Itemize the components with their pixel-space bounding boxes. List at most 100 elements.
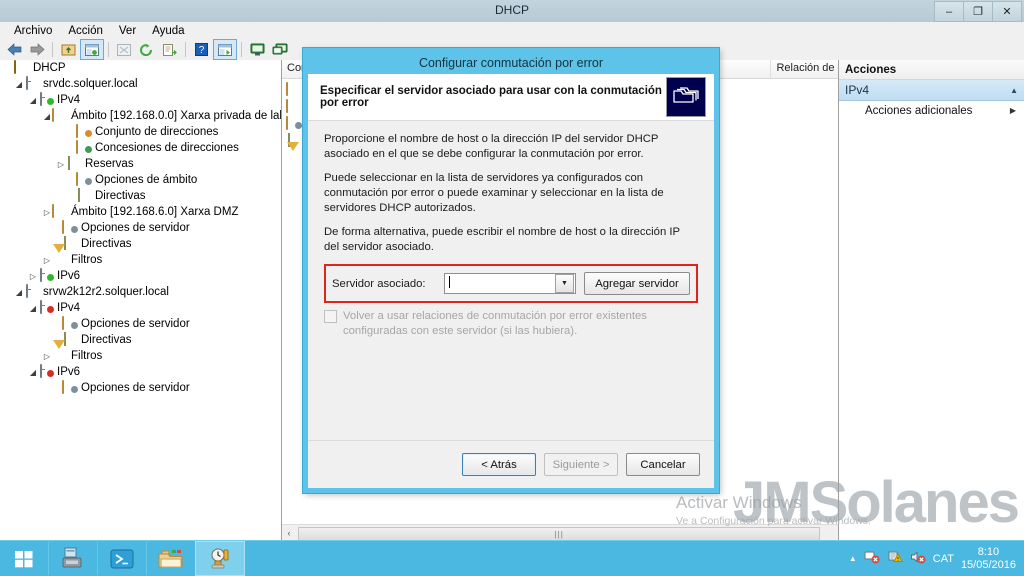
next-button[interactable]: Siguiente >	[544, 453, 618, 476]
tree-node-ipv6-srvdc[interactable]: ▷ IPv6	[0, 268, 281, 284]
filter-icon	[286, 141, 302, 165]
tree-node-filters-srvdc[interactable]: ▷ Filtros	[0, 244, 281, 268]
delete-icon[interactable]	[113, 40, 135, 59]
tree-twisty[interactable]: ◢	[28, 96, 38, 105]
tree-twisty[interactable]: ▷	[42, 208, 52, 217]
tree-node-scope-options[interactable]: Opciones de ámbito	[0, 172, 281, 188]
up-folder-icon[interactable]	[57, 40, 79, 59]
network-error-icon[interactable]	[864, 550, 880, 567]
tree-node-scope-1[interactable]: ▷ Ámbito [192.168.6.0] Xarxa DMZ	[0, 204, 281, 220]
action-item-acciones-adicionales[interactable]: Acciones adicionales ▶	[839, 101, 1024, 120]
ipv4-ok-icon	[38, 92, 55, 107]
dialog-banner-text: Especificar el servidor asociado para us…	[320, 85, 662, 109]
tree-node-srvdc[interactable]: ◢ srvdc.solquer.local	[0, 76, 281, 92]
file-explorer-icon[interactable]	[146, 542, 195, 575]
tree-twisty[interactable]: ▷	[42, 352, 52, 361]
tree-node-server-options-w2k12[interactable]: Opciones de servidor	[0, 316, 281, 332]
back-icon[interactable]	[3, 40, 25, 59]
menu-archivo[interactable]: Archivo	[6, 24, 60, 38]
display-statistics-icon[interactable]	[246, 40, 268, 59]
clock-time: 8:10	[977, 545, 1000, 558]
action-center-warning-icon[interactable]	[887, 550, 903, 567]
dhcp-console-window: DHCP – ❐ ✕ Archivo Acción Ver Ayuda ? DH…	[0, 0, 1024, 576]
help-icon[interactable]: ?	[190, 40, 212, 59]
chevron-up-icon[interactable]: ▲	[1010, 86, 1018, 95]
tree-node-label: Ámbito [192.168.6.0] Xarxa DMZ	[71, 206, 239, 218]
console-tree[interactable]: DHCP ◢ srvdc.solquer.local ◢ IPv4 ◢ Ámbi…	[0, 60, 282, 541]
show-hidden-icons-icon[interactable]: ▲	[849, 554, 857, 563]
new-multicast-scope-icon[interactable]	[269, 40, 291, 59]
tree-node-server-options-srvdc[interactable]: Opciones de servidor	[0, 220, 281, 236]
toolbar-separator	[52, 42, 53, 57]
partner-server-combobox[interactable]: ▼	[444, 273, 576, 295]
scroll-track[interactable]: |||	[296, 526, 838, 542]
tree-twisty[interactable]: ▷	[56, 160, 66, 169]
tree-twisty[interactable]: ◢	[28, 304, 38, 313]
tree-node-label: Opciones de servidor	[81, 222, 190, 234]
tree-node-reservations[interactable]: ▷ Reservas	[0, 156, 281, 172]
svg-text:?: ?	[198, 45, 204, 56]
column-header-relacion[interactable]: Relación de c	[771, 60, 838, 78]
show-console-tree-icon[interactable]	[80, 39, 104, 60]
menu-ayuda[interactable]: Ayuda	[144, 24, 192, 38]
folder-icon	[52, 108, 68, 123]
tree-node-policies-w2k12[interactable]: Directivas	[0, 332, 281, 348]
dhcp-root-icon	[14, 60, 30, 75]
reuse-relationship-checkbox-row[interactable]: Volver a usar relaciones de conmutación …	[324, 309, 698, 339]
tree-node-server-options-ipv6-w2k12[interactable]: Opciones de servidor	[0, 380, 281, 396]
chevron-right-icon[interactable]: ▶	[1010, 106, 1016, 115]
tree-node-policies-srvdc[interactable]: Directivas	[0, 236, 281, 252]
tree-node-ipv4-srvdc[interactable]: ◢ IPv4	[0, 92, 281, 108]
minimize-button[interactable]: –	[934, 1, 964, 22]
tree-twisty[interactable]: ◢	[28, 368, 38, 377]
tree-node-scope-0[interactable]: ◢ Ámbito [192.168.0.0] Xarxa privada de …	[0, 108, 281, 124]
tree-node-address-pool[interactable]: Conjunto de direcciones	[0, 124, 281, 140]
tree-node-policies-scope[interactable]: Directivas	[0, 188, 281, 204]
tree-node-label: Opciones de servidor	[81, 318, 190, 330]
server-icon	[24, 284, 40, 299]
maximize-button[interactable]: ❐	[963, 1, 993, 22]
menu-ver[interactable]: Ver	[111, 24, 144, 38]
tree-twisty[interactable]: ◢	[14, 80, 24, 89]
export-list-icon[interactable]	[159, 40, 181, 59]
tree-node-ipv6-w2k12[interactable]: ◢ IPv6	[0, 364, 281, 380]
actions-group-ipv4[interactable]: IPv4 ▲	[839, 80, 1024, 101]
show-action-pane-icon[interactable]	[213, 39, 237, 60]
forward-icon[interactable]	[26, 40, 48, 59]
tree-node-address-leases[interactable]: Concesiones de direcciones	[0, 140, 281, 156]
clock[interactable]: 8:10 15/05/2016	[961, 546, 1016, 571]
add-server-button[interactable]: Agregar servidor	[584, 272, 690, 296]
volume-muted-icon[interactable]	[910, 550, 926, 567]
powershell-icon[interactable]	[97, 542, 146, 575]
close-button[interactable]: ✕	[992, 1, 1022, 22]
start-button[interactable]	[0, 541, 48, 576]
cancel-button[interactable]: Cancelar	[626, 453, 700, 476]
server-manager-icon[interactable]	[48, 542, 97, 575]
tree-node-dhcp[interactable]: DHCP	[0, 60, 281, 76]
tree-node-label: Filtros	[71, 350, 103, 362]
scroll-left-arrow[interactable]: ‹	[282, 528, 296, 538]
reuse-relationship-checkbox[interactable]	[324, 310, 337, 324]
menu-accion[interactable]: Acción	[60, 24, 111, 38]
refresh-icon[interactable]	[136, 40, 158, 59]
dialog-paragraph-3: De forma alternativa, puede escribir el …	[324, 226, 680, 254]
tree-node-filters-w2k12[interactable]: ▷ Filtros	[0, 340, 281, 364]
chevron-down-icon[interactable]: ▼	[555, 274, 574, 294]
horizontal-scrollbar[interactable]: ‹ |||	[282, 524, 838, 542]
system-tray: ▲ CAT 8:10 15/05/2016	[849, 546, 1024, 571]
folder-icon	[52, 204, 68, 219]
tree-node-ipv4-srvw2k12r2[interactable]: ◢ IPv4	[0, 300, 281, 316]
tree-twisty[interactable]: ◢	[14, 288, 24, 297]
tree-twisty[interactable]: ◢	[42, 112, 52, 121]
partner-server-input[interactable]	[445, 276, 555, 291]
tree-twisty[interactable]: ▷	[42, 256, 52, 265]
folder-reservation-icon	[66, 156, 82, 171]
filter-icon	[52, 244, 68, 267]
tree-node-srvw2k12r2[interactable]: ◢ srvw2k12r2.solquer.local	[0, 284, 281, 300]
dhcp-console-icon[interactable]	[195, 541, 245, 576]
reuse-relationship-label: Volver a usar relaciones de conmutación …	[343, 310, 647, 338]
back-button[interactable]: < Atrás	[462, 453, 536, 476]
toolbar-separator	[185, 42, 186, 57]
language-indicator[interactable]: CAT	[933, 553, 954, 565]
tree-twisty[interactable]: ▷	[28, 272, 38, 281]
